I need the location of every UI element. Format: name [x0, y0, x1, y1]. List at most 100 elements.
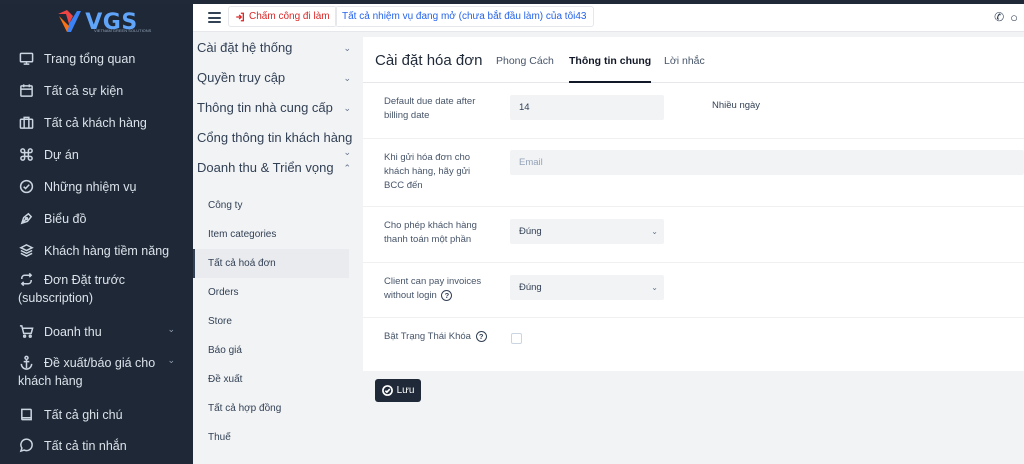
settings-sub-store[interactable]: Store: [193, 307, 361, 336]
save-label: Lưu: [396, 385, 415, 396]
partial-payment-value: Đúng: [519, 226, 542, 237]
sidebar-item-label: Dự án: [44, 148, 79, 162]
partial-payment-select[interactable]: Đúng ⌄: [510, 219, 664, 244]
phone-icon[interactable]: ✆: [994, 10, 1004, 25]
sidebar-item-label: Trang tổng quan: [44, 52, 136, 66]
settings-sub-company[interactable]: Công ty: [193, 191, 361, 220]
sidebar-item-tasks[interactable]: Những nhiệm vụ: [0, 171, 193, 203]
settings-section-revenue[interactable]: Doanh thu & Triển vọng ⌃: [193, 153, 361, 183]
no-login-label: Client can pay invoices without login ?: [384, 275, 489, 303]
settings-menu: Cài đặt hệ thống ⌄ Quyền truy cập ⌄ Thôn…: [193, 32, 361, 464]
top-header: Chấm công đi làm Tất cả nhiệm vụ đang mở…: [193, 4, 1024, 32]
help-icon[interactable]: ?: [475, 330, 487, 342]
chevron-down-icon: ⌄: [343, 43, 351, 53]
sidebar-item-label: Đề xuất/báo giá cho khách hàng: [18, 356, 156, 388]
panel-footer: Lưu: [363, 371, 1024, 411]
sidebar-item-label: Biểu đồ: [44, 212, 87, 226]
tab-reminders[interactable]: Lời nhắc: [664, 55, 705, 83]
no-login-value: Đúng: [519, 282, 542, 293]
cart-icon: [18, 323, 34, 339]
partial-payment-label: Cho phép khách hàng thanh toán một phần: [384, 220, 477, 245]
chevron-down-icon: ⌄: [343, 103, 351, 113]
settings-sub-invoices[interactable]: Tất cả hoá đơn: [193, 249, 349, 278]
sidebar-item-events[interactable]: Tất cả sự kiện: [0, 75, 193, 107]
sidebar-item-customers[interactable]: Tất cả khách hàng: [0, 107, 193, 139]
clock-in-button[interactable]: Chấm công đi làm: [228, 6, 337, 27]
sidebar-item-revenue[interactable]: Doanh thu ⌄: [0, 317, 193, 349]
chevron-down-icon: ⌄: [651, 227, 658, 236]
lock-status-checkbox[interactable]: [511, 333, 522, 344]
chevron-down-icon: ⌄: [343, 73, 351, 83]
setting-row-bcc: Khi gửi hóa đơn cho khách hàng, hãy gửi …: [363, 139, 1024, 207]
chevron-down-icon: ⌄: [651, 283, 658, 292]
book-icon: [18, 406, 34, 422]
settings-sub-tax[interactable]: Thuế: [193, 423, 361, 452]
no-login-text: Client can pay invoices without login: [384, 276, 482, 301]
due-date-label: Default due date after billing date: [384, 96, 476, 121]
settings-section-permissions[interactable]: Quyền truy cập ⌄: [193, 63, 361, 93]
search-icon[interactable]: ○: [1010, 10, 1018, 25]
command-icon: [18, 146, 34, 162]
bcc-email-input[interactable]: Email: [510, 150, 1024, 175]
help-icon[interactable]: ?: [441, 289, 453, 301]
settings-section-label: Doanh thu & Triển vọng: [197, 160, 334, 175]
login-icon: [236, 12, 244, 21]
lock-status-label: Bật Trạng Thái Khóa ?: [384, 330, 524, 344]
settings-sub-item-categories[interactable]: Item categories: [193, 220, 361, 249]
page-title: Cài đặt hóa đơn: [375, 52, 483, 69]
save-button[interactable]: Lưu: [375, 379, 421, 402]
setting-row-partial-payment: Cho phép khách hàng thanh toán một phần …: [363, 207, 1024, 263]
settings-section-client-portal[interactable]: Cổng thông tin khách hàng ⌄: [193, 123, 361, 157]
message-icon: [18, 437, 34, 453]
settings-section-label: Thông tin nhà cung cấp: [197, 100, 333, 115]
chevron-down-icon: ⌄: [167, 355, 175, 365]
logo-mark-icon: [55, 8, 83, 36]
setting-row-due-date: Default due date after billing date 14 N…: [363, 83, 1024, 139]
sidebar-item-projects[interactable]: Dự án: [0, 139, 193, 171]
menu-icon[interactable]: [208, 12, 221, 23]
logo-tagline: VIETNAM GREEN SOLUTIONS: [94, 28, 152, 33]
sidebar-item-charts[interactable]: Biểu đồ: [0, 203, 193, 235]
open-tasks-link[interactable]: Tất cả nhiệm vụ đang mở (chưa bắt đầu là…: [335, 6, 594, 27]
sidebar-item-notes[interactable]: Tất cả ghi chú: [0, 399, 193, 431]
due-date-input[interactable]: 14: [510, 95, 664, 120]
layers-icon: [18, 242, 34, 258]
panel-header: Cài đặt hóa đơn Phong Cách Thông tin chu…: [363, 37, 1024, 83]
settings-sub-quotes[interactable]: Báo giá: [193, 336, 361, 365]
clock-in-label: Chấm công đi làm: [249, 11, 330, 22]
settings-sub-proposals[interactable]: Đề xuất: [193, 365, 361, 394]
sidebar-item-leads[interactable]: Khách hàng tiềm năng: [0, 235, 193, 267]
sidebar-item-subscriptions[interactable]: Đơn Đặt trước (subscription): [0, 267, 193, 317]
sidebar-item-messages[interactable]: Tất cả tin nhắn: [0, 431, 193, 463]
due-date-unit: Nhiều ngày: [712, 100, 761, 111]
sidebar-item-proposals[interactable]: Đề xuất/báo giá cho khách hàng ⌄: [0, 349, 193, 399]
pen-tool-icon: [18, 210, 34, 226]
top-strip: [0, 0, 1024, 4]
header-icons: ✆ ○: [994, 10, 1024, 25]
sidebar-item-label: Tất cả khách hàng: [44, 116, 147, 130]
sidebar-item-label: Đơn Đặt trước (subscription): [18, 273, 126, 305]
settings-sub-orders[interactable]: Orders: [193, 278, 361, 307]
sidebar-item-label: Tất cả sự kiện: [44, 84, 124, 98]
setting-row-lock-status: Bật Trạng Thái Khóa ?: [363, 318, 1024, 371]
tab-style[interactable]: Phong Cách: [496, 55, 554, 83]
settings-section-supplier[interactable]: Thông tin nhà cung cấp ⌄: [193, 93, 361, 123]
app-root: VGS VIETNAM GREEN SOLUTIONS Trang tổng q…: [0, 0, 1024, 464]
chevron-down-icon: ⌄: [167, 324, 175, 334]
tab-general[interactable]: Thông tin chung: [569, 55, 652, 83]
briefcase-icon: [18, 114, 34, 130]
sidebar-item-dashboard[interactable]: Trang tổng quan: [0, 43, 193, 75]
settings-section-system[interactable]: Cài đặt hệ thống ⌄: [193, 33, 361, 63]
no-login-select[interactable]: Đúng ⌄: [510, 275, 664, 300]
open-tasks-label: Tất cả nhiệm vụ đang mở (chưa bắt đầu là…: [342, 11, 587, 22]
sidebar: VGS VIETNAM GREEN SOLUTIONS Trang tổng q…: [0, 0, 193, 464]
setting-row-no-login: Client can pay invoices without login ? …: [363, 263, 1024, 318]
settings-section-label: Quyền truy cập: [197, 70, 286, 85]
sidebar-item-label: Doanh thu: [44, 325, 102, 339]
bcc-label: Khi gửi hóa đơn cho khách hàng, hãy gửi …: [384, 152, 471, 191]
sidebar-item-label: Khách hàng tiềm năng: [44, 244, 170, 258]
settings-section-label: Cài đặt hệ thống: [197, 40, 293, 55]
sidebar-item-label: Tất cả tin nhắn: [44, 439, 127, 453]
settings-section-label: Cổng thông tin khách hàng: [197, 130, 353, 145]
settings-sub-contracts[interactable]: Tất cả hợp đồng: [193, 394, 361, 423]
